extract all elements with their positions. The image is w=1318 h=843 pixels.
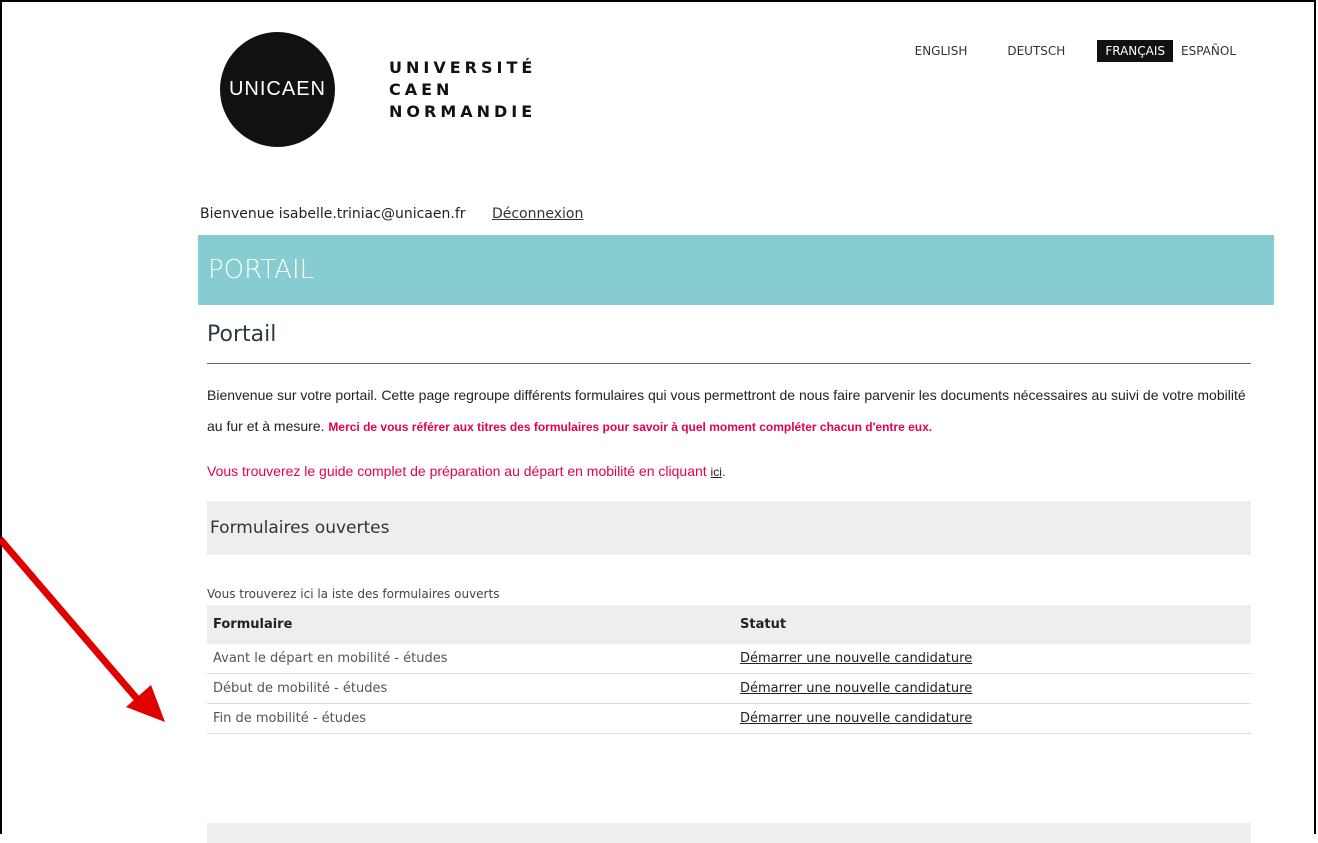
welcome-bar: Bienvenue isabelle.triniac@unicaen.fr Dé… [200,206,583,222]
form-name: Début de mobilité - études [207,673,734,704]
next-section-header [207,823,1251,843]
table-row: Fin de mobilité - études Démarrer une no… [207,703,1251,734]
start-application-link[interactable]: Démarrer une nouvelle candidature [740,711,972,726]
logo-wordmark: UNIVERSITÉ CAEN NORMANDIE [389,57,536,123]
guide-link[interactable]: ici [711,465,722,479]
logo-mark: UNICAEN [220,32,335,147]
forms-section-header: Formulaires ouvertes [207,501,1251,555]
column-formulaire: Formulaire [213,617,293,632]
table-row: Avant le départ en mobilité - études Dém… [207,644,1251,674]
table-header-row: Formulaire Statut [207,605,1251,644]
form-name: Fin de mobilité - études [207,703,734,734]
intro-highlight: Merci de vous référer aux titres des for… [328,420,933,434]
lang-deutsch[interactable]: DEUTSCH [999,40,1073,62]
guide-text: Vous trouverez le guide complet de prépa… [207,463,711,479]
welcome-text: Bienvenue isabelle.triniac@unicaen.fr [200,206,466,222]
lang-francais[interactable]: FRANÇAIS [1097,40,1174,62]
logo-line-2: CAEN [389,79,454,99]
logo-line-3: NORMANDIE [389,101,537,121]
page-title: Portail [207,322,1251,364]
logo-line-1: UNIVERSITÉ [389,57,537,77]
lang-english[interactable]: ENGLISH [907,40,976,62]
logout-link[interactable]: Déconnexion [492,206,583,222]
guide-paragraph: Vous trouverez le guide complet de prépa… [207,463,1251,479]
column-statut: Statut [740,617,787,632]
portal-banner: PORTAIL [198,235,1274,305]
forms-caption: Vous trouverez ici la iste des formulair… [207,587,500,601]
intro-paragraph: Bienvenue sur votre portail. Cette page … [207,380,1251,443]
main-content: Portail Bienvenue sur votre portail. Cet… [207,322,1251,734]
start-application-link[interactable]: Démarrer une nouvelle candidature [740,651,972,666]
table-row: Début de mobilité - études Démarrer une … [207,673,1251,704]
form-name: Avant le départ en mobilité - études [207,644,734,674]
guide-end: . [721,463,726,479]
forms-table: Formulaire Statut Avant le départ en mob… [207,605,1251,734]
language-switcher: ENGLISH DEUTSCH FRANÇAIS ESPAÑOL [883,40,1244,62]
university-logo[interactable]: UNICAEN UNIVERSITÉ CAEN NORMANDIE [220,32,536,147]
start-application-link[interactable]: Démarrer une nouvelle candidature [740,681,972,696]
lang-espanol[interactable]: ESPAÑOL [1173,40,1244,62]
